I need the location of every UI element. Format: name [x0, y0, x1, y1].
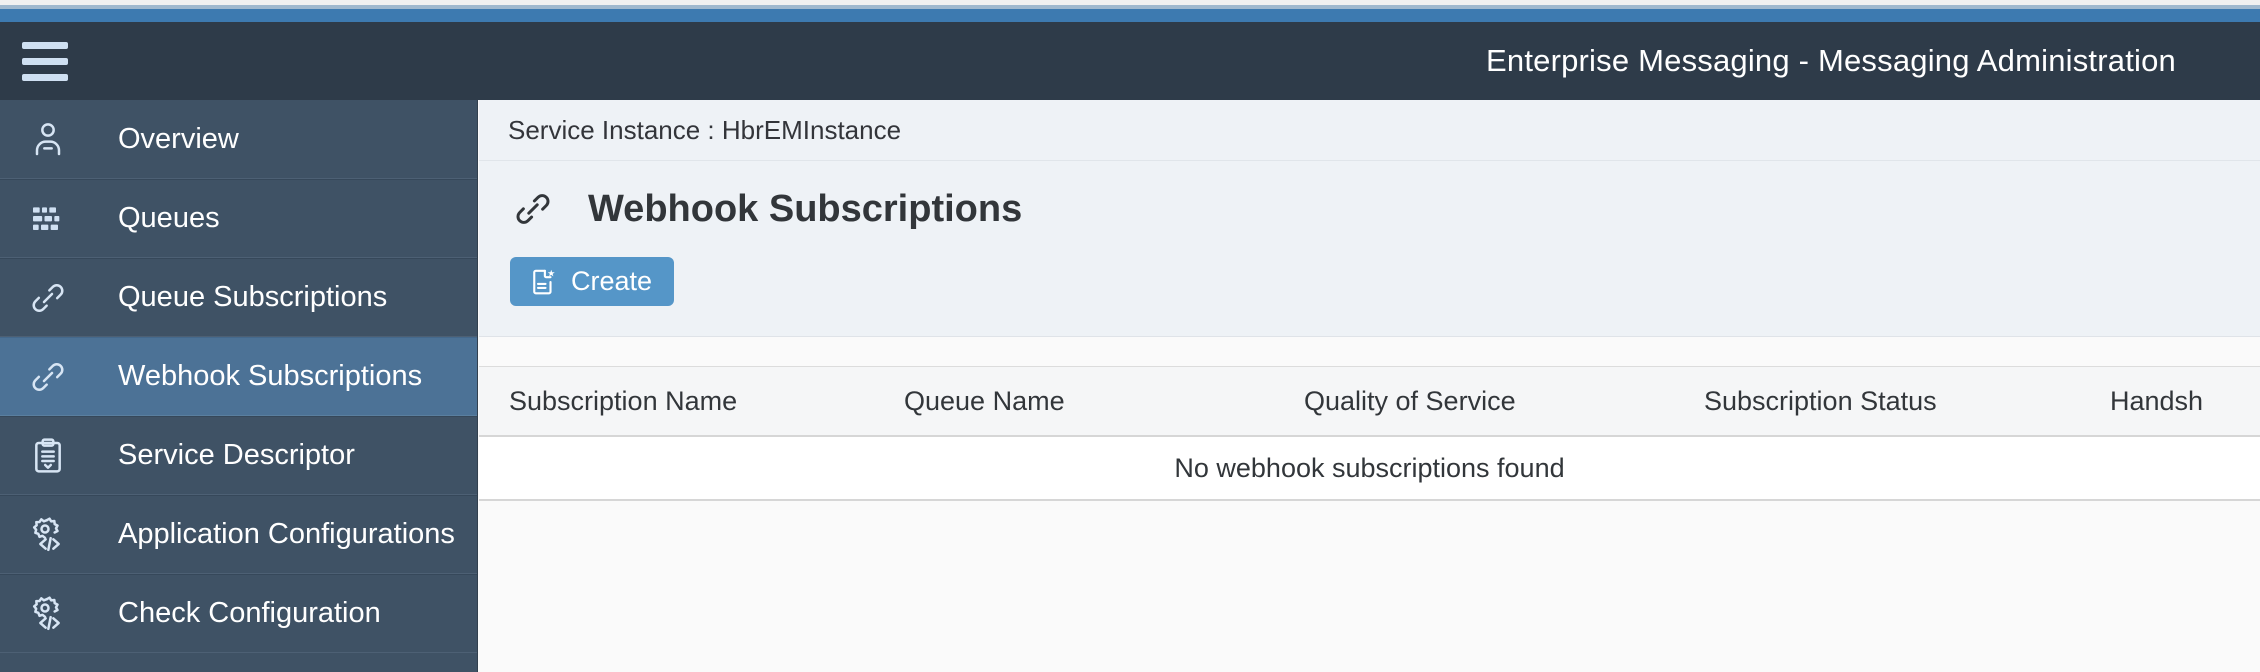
hamburger-bar	[22, 57, 68, 65]
gear-code-icon	[24, 594, 72, 634]
table-body: No webhook subscriptions found	[479, 436, 2260, 501]
breadcrumb-text: Service Instance : HbrEMInstance	[508, 114, 902, 145]
person-icon	[24, 119, 72, 159]
table-header: Subscription Name Queue Name Quality of Se…	[479, 366, 2260, 437]
create-button[interactable]: Create	[510, 257, 675, 306]
table-column-header-label: Subscription Status	[1704, 385, 1937, 416]
page-title-row: Webhook Subscriptions	[479, 161, 2260, 257]
sidebar-item-label: Queues	[118, 202, 220, 234]
sidebar-item-label: Overview	[118, 122, 239, 155]
page-toolbar: Create	[479, 257, 2260, 336]
page-title: Webhook Subscriptions	[588, 187, 1023, 230]
sidebar-item-label: Queue Subscriptions	[118, 281, 388, 313]
table-header-row: Subscription Name Queue Name Quality of Se…	[479, 366, 2260, 437]
table-column-header[interactable]: Subscription Name	[479, 366, 874, 437]
table-column-header[interactable]: Queue Name	[874, 366, 1274, 437]
table-column-header[interactable]: Handsh	[2080, 366, 2260, 437]
table-column-header[interactable]: Quality of Service	[1274, 366, 1674, 437]
sidebar-item-application-configurations[interactable]: Application Configurations	[0, 495, 477, 574]
sidebar-item-check-configuration[interactable]: Check Configuration	[0, 574, 477, 653]
sidebar-item-label: Webhook Subscriptions	[118, 360, 423, 392]
hamburger-bar	[22, 41, 68, 49]
gear-code-icon	[24, 515, 72, 555]
accent-bar	[0, 9, 2260, 22]
application-window: Enterprise Messaging - Messaging Adminis…	[0, 0, 2260, 672]
sidebar-item-queues[interactable]: Queues	[0, 179, 477, 258]
sidebar-item-queue-subscriptions[interactable]: Queue Subscriptions	[0, 258, 477, 337]
link-icon	[24, 357, 72, 397]
sidebar-item-overview[interactable]: Overview	[0, 100, 477, 179]
main-content: Service Instance : HbrEMInstance Webhook…	[479, 100, 2260, 672]
sidebar-item-webhook-subscriptions[interactable]: Webhook Subscriptions	[0, 337, 477, 416]
hamburger-bar	[22, 73, 68, 81]
app-title: Enterprise Messaging - Messaging Adminis…	[1486, 43, 2176, 78]
sidebar-item-service-descriptor[interactable]: Service Descriptor	[0, 416, 477, 495]
new-document-icon	[526, 267, 560, 297]
grid-icon	[24, 199, 72, 239]
table-empty-message: No webhook subscriptions found	[479, 436, 2260, 501]
table-empty-row: No webhook subscriptions found	[479, 436, 2260, 501]
table-column-header-label: Queue Name	[904, 385, 1065, 416]
webhook-subscriptions-table: Subscription Name Queue Name Quality of Se…	[479, 366, 2260, 501]
sidebar-item-label: Application Configurations	[118, 518, 455, 550]
table-column-header-label: Handsh	[2110, 385, 2204, 416]
breadcrumb: Service Instance : HbrEMInstance	[479, 100, 2260, 161]
sidebar-navigation: Overview Queues Queue Subscriptions Webhook…	[0, 100, 478, 672]
table-column-header-label: Subscription Name	[509, 385, 738, 416]
table-container: Subscription Name Queue Name Quality of Se…	[479, 337, 2260, 501]
table-column-header[interactable]: Subscription Status	[1674, 366, 2080, 437]
clipboard-icon	[24, 436, 72, 476]
hamburger-icon[interactable]	[22, 41, 68, 81]
sidebar-item-label: Check Configuration	[118, 597, 381, 629]
create-button-label: Create	[571, 266, 653, 296]
link-icon	[24, 278, 72, 318]
page-header-section: Webhook Subscriptions Create	[479, 161, 2260, 337]
app-header: Enterprise Messaging - Messaging Adminis…	[0, 22, 2260, 100]
table-column-header-label: Quality of Service	[1304, 385, 1516, 416]
link-icon	[510, 188, 556, 230]
sidebar-item-label: Service Descriptor	[118, 439, 355, 471]
